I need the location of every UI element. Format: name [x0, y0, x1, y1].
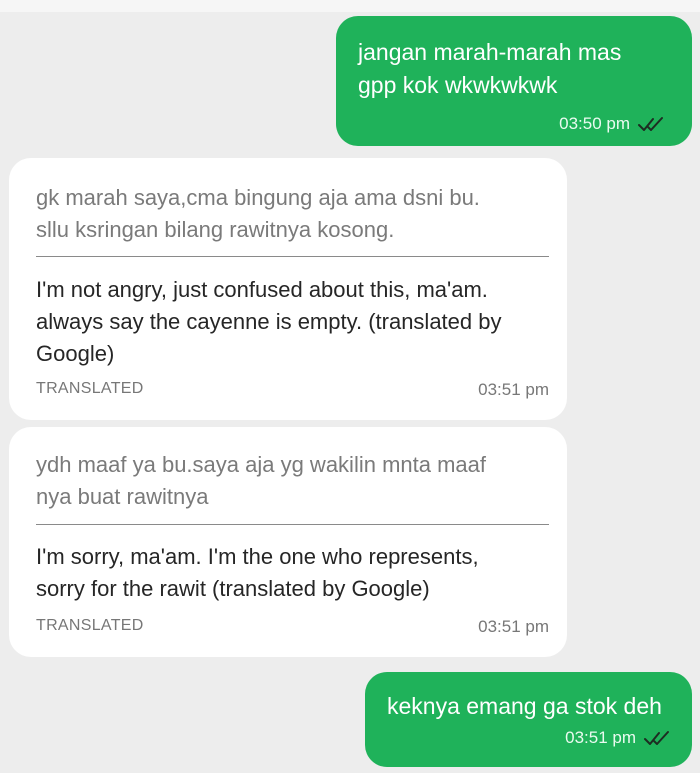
message-time: 03:51 pm — [478, 617, 549, 636]
message-text: jangan marah-marah mas gpp kok wkwkwkwk — [358, 39, 622, 98]
message-text: keknya emang ga stok deh — [387, 693, 662, 719]
message-time: 03:51 pm — [478, 380, 549, 399]
outgoing-message[interactable]: jangan marah-marah mas gpp kok wkwkwkwk … — [336, 16, 692, 146]
translated-text: I'm sorry, ma'am. I'm the one who repres… — [36, 544, 479, 601]
message-meta: 03:51 pm — [565, 728, 670, 748]
translated-text: I'm not angry, just confused about this,… — [36, 277, 502, 366]
double-check-icon — [644, 731, 669, 745]
double-check-icon — [638, 117, 663, 131]
translation-divider — [36, 256, 549, 257]
translation-divider — [36, 524, 549, 525]
outgoing-message[interactable]: keknya emang ga stok deh 03:51 pm — [365, 672, 692, 767]
message-time: 03:51 pm — [565, 728, 636, 747]
translated-label: TRANSLATED — [36, 380, 144, 397]
original-text: ydh maaf ya bu.saya aja yg wakilin mnta … — [36, 452, 487, 509]
message-time: 03:50 pm — [559, 114, 630, 133]
message-meta: 03:50 pm — [559, 114, 664, 134]
original-text: gk marah saya,cma bingung aja ama dsni b… — [36, 185, 480, 242]
incoming-message[interactable]: gk marah saya,cma bingung aja ama dsni b… — [9, 158, 567, 420]
translated-label: TRANSLATED — [36, 617, 144, 634]
incoming-message[interactable]: ydh maaf ya bu.saya aja yg wakilin mnta … — [9, 427, 567, 657]
top-strip — [0, 0, 700, 12]
